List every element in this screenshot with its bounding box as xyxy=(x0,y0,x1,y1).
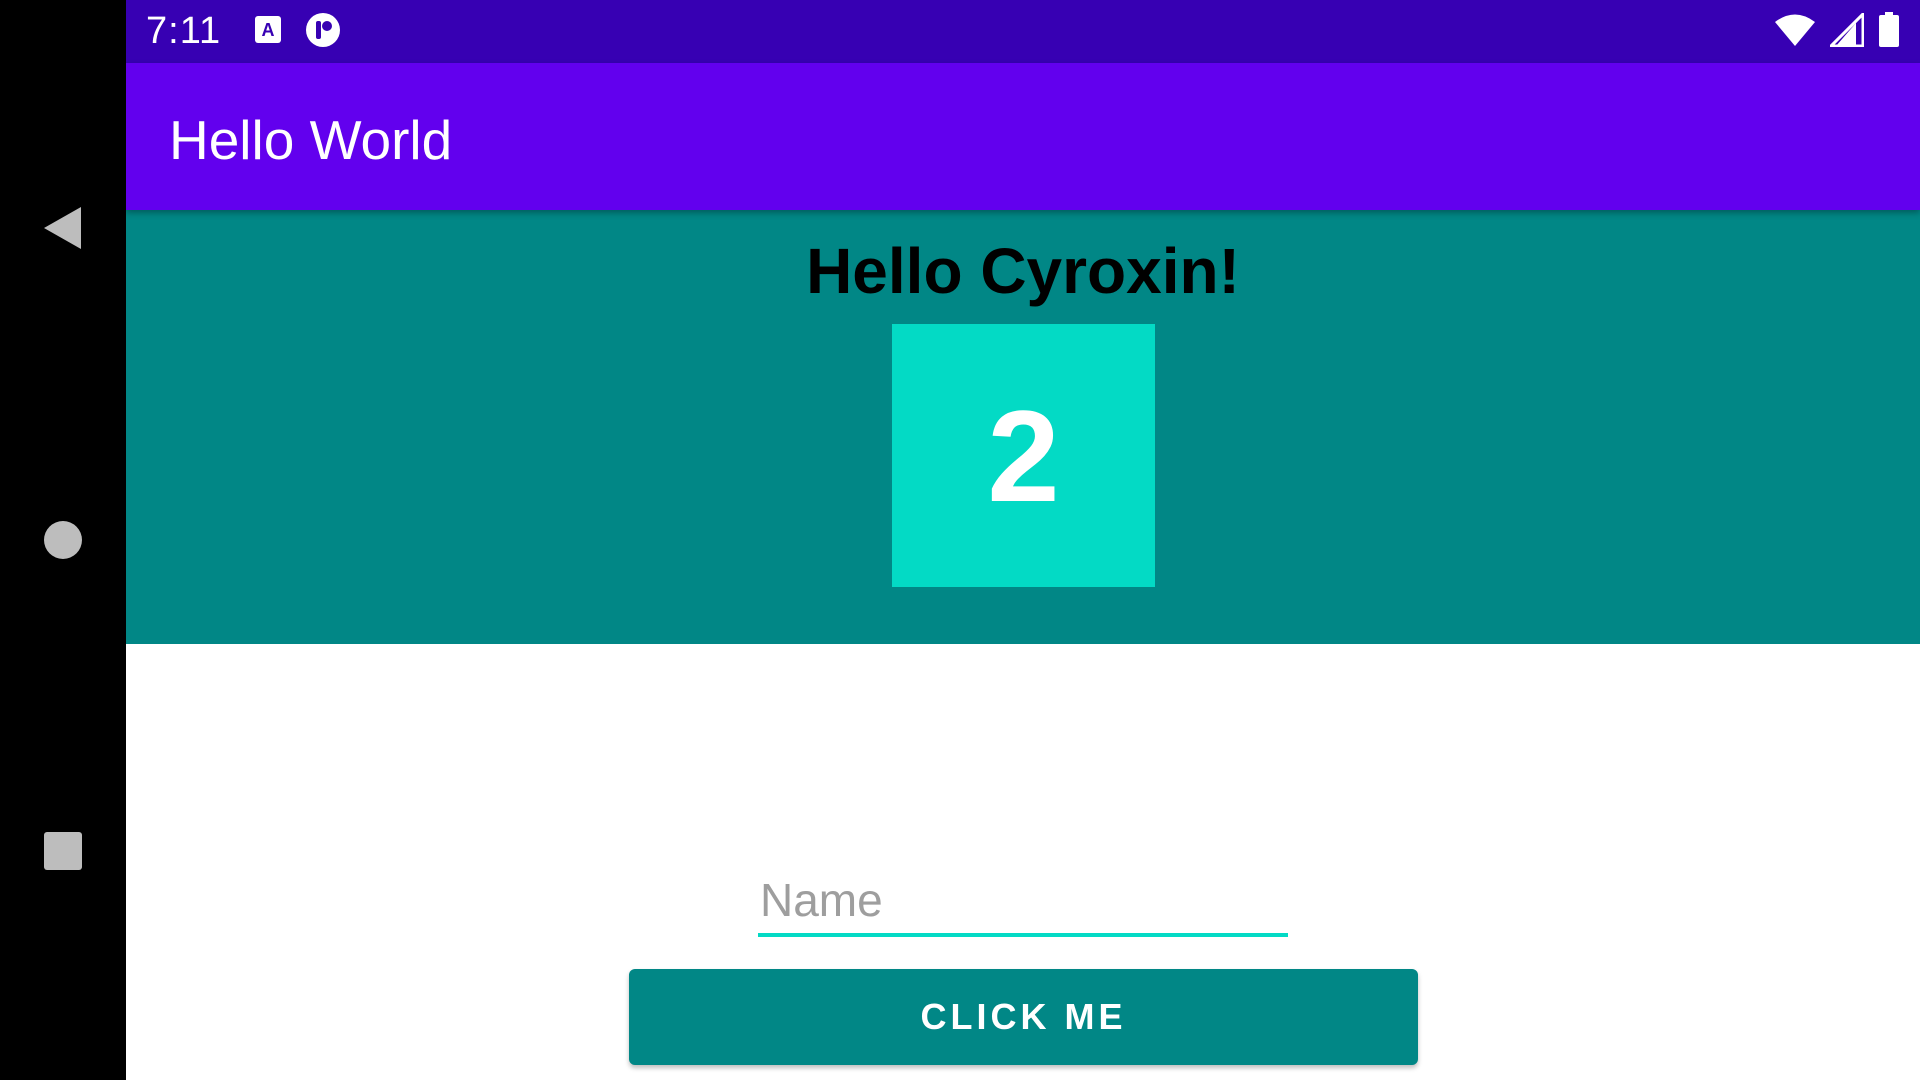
text-a-notification-icon: A xyxy=(255,16,281,43)
navigation-bar xyxy=(0,0,126,1080)
app-screen: 7:11 A Hello World Hello Cyroxin! 2 Name… xyxy=(126,0,1920,1080)
name-input[interactable] xyxy=(758,857,1288,937)
battery-icon xyxy=(1879,12,1899,47)
home-icon xyxy=(44,521,82,559)
counter-value: 2 xyxy=(987,382,1060,529)
status-time: 7:11 xyxy=(146,10,222,52)
wifi-icon xyxy=(1775,14,1815,46)
recents-icon xyxy=(44,832,82,870)
status-bar: 7:11 A xyxy=(126,0,1920,63)
app-notification-icon xyxy=(306,13,340,47)
back-icon xyxy=(44,207,81,249)
greeting-text: Hello Cyroxin! xyxy=(806,235,1240,307)
back-button[interactable] xyxy=(0,183,126,273)
app-bar: Hello World xyxy=(126,63,1920,210)
status-icons xyxy=(1774,12,1900,48)
app-title: Hello World xyxy=(169,109,453,171)
svg-text:A: A xyxy=(262,20,275,40)
recents-button[interactable] xyxy=(0,806,126,896)
counter-box: 2 xyxy=(892,324,1155,587)
home-button[interactable] xyxy=(0,495,126,585)
greeting-panel: Hello Cyroxin! 2 xyxy=(126,210,1920,644)
click-me-button[interactable]: CLICK ME xyxy=(629,969,1418,1065)
cell-signal-icon xyxy=(1830,13,1864,47)
